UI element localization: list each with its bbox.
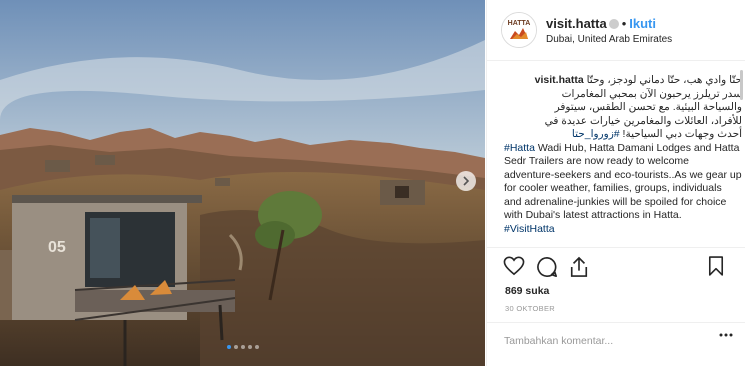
hashtag-link[interactable]: #VisitHatta xyxy=(504,223,555,235)
post-photo[interactable]: 05 xyxy=(0,0,485,366)
post-date: 30 OKTOBER xyxy=(505,304,555,313)
chevron-right-icon xyxy=(463,176,470,186)
caption-arabic-line5: أحدث وجهات دبي السياحية! #زوروا_حتا xyxy=(571,128,742,140)
caption-arabic-line2: سدر تريلرز يرحبون الآن بمحبي المغامرات xyxy=(561,87,742,100)
next-photo-button[interactable] xyxy=(456,171,476,191)
post-sidebar: HATTA visit.hatta • Ikuti Dubai, United Ar… xyxy=(486,0,745,366)
caption-arabic-line3: والسياحة البيئية. مع تحسن الطقس، سيتوفر xyxy=(554,101,742,113)
carousel-dots xyxy=(0,345,485,349)
share-icon[interactable] xyxy=(569,256,589,278)
post-caption: حتّا وادي هب، حتّا دماني لودجز، وحتّا vi… xyxy=(504,74,742,246)
caption-arabic-line1: حتّا وادي هب، حتّا دماني لودجز، وحتّا vi… xyxy=(534,74,742,86)
divider xyxy=(487,322,745,323)
verified-badge-icon xyxy=(608,18,619,29)
carousel-dot[interactable] xyxy=(254,345,259,349)
carousel-dot[interactable] xyxy=(233,345,238,349)
hashtag-link[interactable]: #زوروا_حتا xyxy=(572,128,620,140)
likes-count[interactable]: 869 suka xyxy=(505,285,549,297)
separator-dot: • xyxy=(621,16,627,31)
caption-english: #Hatta Wadi Hub, Hatta Damani Lodges and… xyxy=(504,141,742,235)
heart-icon[interactable] xyxy=(503,256,525,276)
more-options-icon[interactable] xyxy=(719,333,733,337)
carousel-dot[interactable] xyxy=(226,345,231,349)
avatar[interactable]: HATTA xyxy=(501,12,537,48)
post-header: HATTA visit.hatta • Ikuti Dubai, United Ar… xyxy=(487,0,745,61)
sign-number: 05 xyxy=(48,239,66,256)
hashtag-link[interactable]: #Hatta xyxy=(504,142,535,154)
hatta-logo-icon: HATTA xyxy=(502,13,536,47)
carousel-dot[interactable] xyxy=(240,345,245,349)
caption-scrollbar[interactable] xyxy=(740,70,743,100)
landscape-image: 05 xyxy=(0,0,485,366)
caption-arabic-line4: للأفراد، العائلات والمغامرين خيارات عديد… xyxy=(544,114,742,127)
carousel-dot[interactable] xyxy=(247,345,252,349)
follow-button[interactable]: Ikuti xyxy=(629,16,656,31)
username-link[interactable]: visit.hatta xyxy=(546,16,607,31)
svg-text:HATTA: HATTA xyxy=(508,20,531,27)
location-link[interactable]: Dubai, United Arab Emirates xyxy=(546,34,672,45)
comment-input[interactable] xyxy=(504,330,704,352)
comment-icon[interactable] xyxy=(536,256,558,278)
bookmark-icon[interactable] xyxy=(708,256,724,276)
caption-username[interactable]: visit.hatta xyxy=(535,74,584,86)
header-username-row: visit.hatta • Ikuti xyxy=(546,16,656,31)
divider xyxy=(487,247,745,248)
